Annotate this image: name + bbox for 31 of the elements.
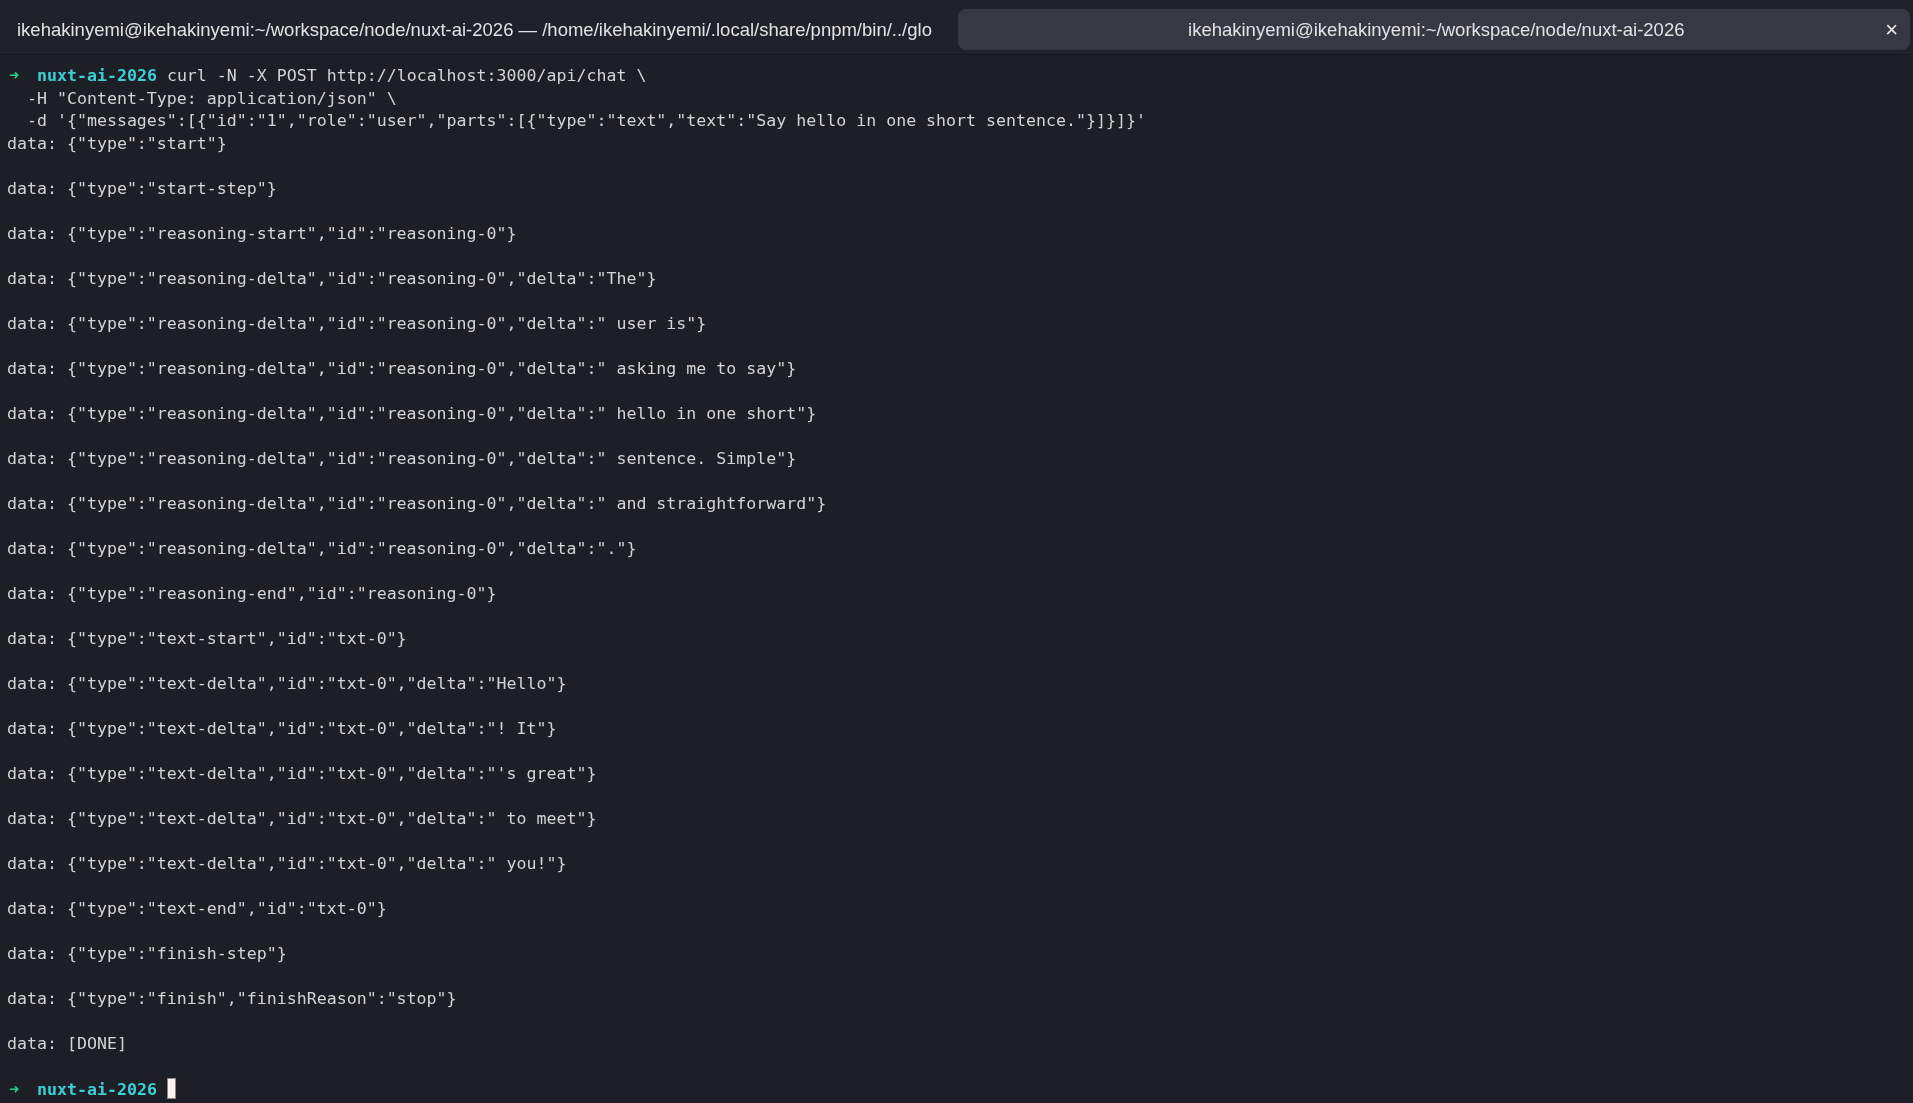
output-line: data: {"type":"start-step"} xyxy=(7,177,278,200)
output-line: data: {"type":"reasoning-delta","id":"reasoning-0","delta":" hello in one short"} xyxy=(7,402,818,425)
output-line: data: {"type":"reasoning-delta","id":"reasoning-0","delta":" and straightforward"} xyxy=(7,492,828,515)
prompt-directory: nuxt-ai-2026 xyxy=(37,66,157,85)
command-text: -H "Content-Type: application/json" \ xyxy=(25,87,398,110)
terminal-tab[interactable]: ikehakinyemi@ikehakinyemi:~/workspace/node/nuxt-ai-2026 × xyxy=(957,9,1910,50)
output-line: data: {"type":"finish-step"} xyxy=(7,942,288,965)
terminal-tab[interactable]: ikehakinyemi@ikehakinyemi:~/workspace/node/nuxt-ai-2026 — /home/ikehakinyemi/.local/share/pnpm/bin/../glo xyxy=(0,9,953,50)
prompt-arrow: ➜ xyxy=(9,65,19,87)
output-line: data: {"type":"text-delta","id":"txt-0","delta":" you!"} xyxy=(7,852,568,875)
output-line: data: {"type":"reasoning-start","id":"reasoning-0"} xyxy=(7,222,518,245)
output-line: data: {"type":"text-delta","id":"txt-0","delta":" to meet"} xyxy=(7,807,598,830)
prompt-arrow: ➜ xyxy=(9,1078,19,1101)
output-line: data: {"type":"text-delta","id":"txt-0","delta":"Hello"} xyxy=(7,672,568,695)
close-button[interactable]: × xyxy=(1883,18,1900,41)
output-line: data: {"type":"text-end","id":"txt-0"} xyxy=(7,897,388,920)
output-line: data: {"type":"reasoning-delta","id":"reasoning-0","delta":"."} xyxy=(7,537,638,560)
output-line: data: {"type":"reasoning-delta","id":"reasoning-0","delta":"The"} xyxy=(7,267,658,290)
output-line: data: {"type":"reasoning-delta","id":"reasoning-0","delta":" user is"} xyxy=(7,312,708,335)
output-line: data: {"type":"finish","finishReason":"stop"} xyxy=(7,987,458,1010)
command-text: -d '{"messages":[{"id":"1","role":"user","parts":[{"type":"text","text":"Say hello in one short sentence."}]}]}' xyxy=(25,110,1147,132)
output-line: data: {"type":"text-start","id":"txt-0"} xyxy=(7,627,408,650)
output-line: data: {"type":"text-delta","id":"txt-0","delta":"! It"} xyxy=(7,717,558,740)
output-line: data: {"type":"reasoning-delta","id":"reasoning-0","delta":" asking me to say"} xyxy=(7,357,798,380)
output-line: data: {"type":"text-delta","id":"txt-0","delta":"'s great"} xyxy=(7,762,598,785)
prompt-directory: nuxt-ai-2026 xyxy=(37,1079,157,1099)
output-line: data: {"type":"reasoning-delta","id":"reasoning-0","delta":" sentence. Simple"} xyxy=(7,447,798,470)
command-text: curl -N -X POST http://localhost:3000/api/chat \ xyxy=(166,66,647,85)
output-line: data: [DONE] xyxy=(7,1032,128,1055)
output-line: data: {"type":"reasoning-end","id":"reasoning-0"} xyxy=(7,582,498,605)
output-line: data: {"type":"start"} xyxy=(7,132,228,155)
